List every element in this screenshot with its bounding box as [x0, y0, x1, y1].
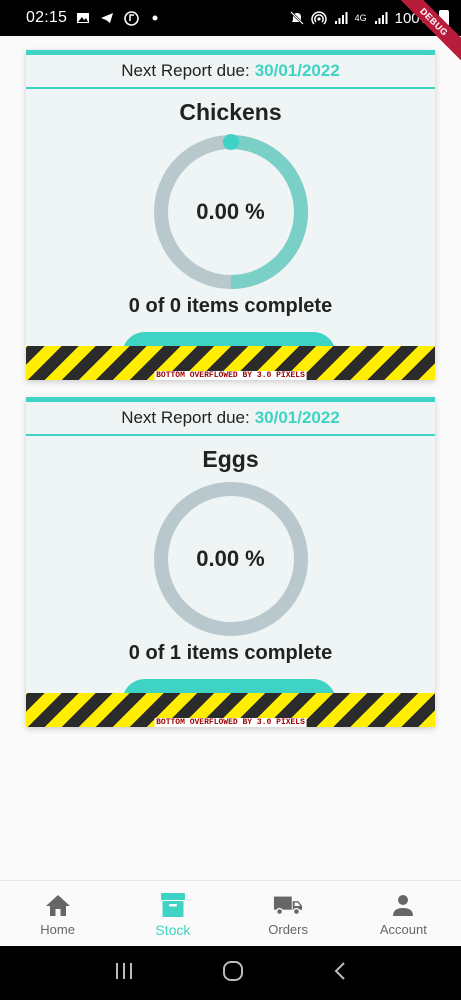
due-label: Next Report due: [121, 61, 250, 80]
gallery-icon [75, 10, 91, 26]
due-label: Next Report due: [121, 408, 250, 427]
nav-item-stock[interactable]: Stock [115, 881, 230, 946]
person-icon [388, 890, 418, 920]
system-navigation-bar [0, 946, 461, 1000]
status-time: 02:15 [26, 9, 68, 26]
signal-2-icon [373, 10, 389, 26]
nav-label-stock: Stock [155, 921, 191, 938]
signal-icon [333, 10, 349, 26]
progress-ring: 0.00 % [150, 131, 312, 293]
card-title: Eggs [202, 446, 259, 472]
report-card-eggs: Next Report due: 30/01/2022 Eggs 0.00 % … [26, 397, 435, 727]
app-screen: 02:15 4G 100% DEBUG Next Report due: 30/… [0, 0, 461, 1000]
status-bar: 02:15 4G 100% DEBUG [0, 0, 461, 67]
nav-label-orders: Orders [268, 922, 308, 937]
progress-ring: 0.00 % [150, 478, 312, 640]
card-header: Next Report due: 30/01/2022 [26, 55, 435, 89]
items-complete: 0 of 0 items complete [128, 295, 333, 317]
nav-item-account[interactable]: Account [346, 881, 461, 946]
due-date: 30/01/2022 [254, 408, 340, 427]
card-title: Chickens [179, 99, 282, 125]
nav-label-home: Home [40, 922, 75, 937]
overflow-warning-stripes: BOTTOM OVERFLOWED BY 3.0 PIXELS [26, 346, 435, 380]
home-circle-icon [223, 960, 244, 981]
recent-apps-icon [116, 962, 133, 979]
nav-item-home[interactable]: Home [0, 881, 115, 946]
status-left: 02:15 [26, 9, 163, 27]
card-header: Next Report due: 30/01/2022 [26, 402, 435, 436]
overflow-warning-text: BOTTOM OVERFLOWED BY 3.0 PIXELS [154, 371, 307, 380]
mute-icon [289, 10, 305, 26]
home-icon [43, 890, 73, 920]
due-date: 30/01/2022 [254, 61, 340, 80]
back-chevron-icon [334, 961, 345, 980]
nav-label-account: Account [379, 922, 427, 937]
hotspot-icon [310, 10, 327, 26]
percent-value: 0.00 % [196, 199, 265, 224]
network-type: 4G [354, 12, 367, 23]
recent-apps-button[interactable] [114, 962, 134, 985]
percent-value: 0.00 % [196, 546, 265, 571]
music-icon [123, 10, 139, 26]
overflow-warning-stripes: BOTTOM OVERFLOWED BY 3.0 PIXELS [26, 693, 435, 727]
archive-box-icon [158, 890, 188, 920]
back-button[interactable] [333, 961, 347, 986]
debug-label: DEBUG [391, 0, 461, 67]
items-complete: 0 of 1 items complete [128, 642, 333, 664]
bottom-navigation: Home Stock Orders Account [0, 880, 461, 946]
report-card-chickens: Next Report due: 30/01/2022 Chickens 0.0… [26, 50, 435, 380]
debug-banner: DEBUG [391, 0, 461, 70]
truck-icon [273, 890, 303, 920]
nav-item-orders[interactable]: Orders [231, 881, 346, 946]
home-system-button[interactable] [222, 960, 244, 987]
notification-dot-icon [147, 10, 163, 26]
telegram-icon [99, 10, 115, 26]
overflow-warning-text: BOTTOM OVERFLOWED BY 3.0 PIXELS [154, 718, 307, 727]
